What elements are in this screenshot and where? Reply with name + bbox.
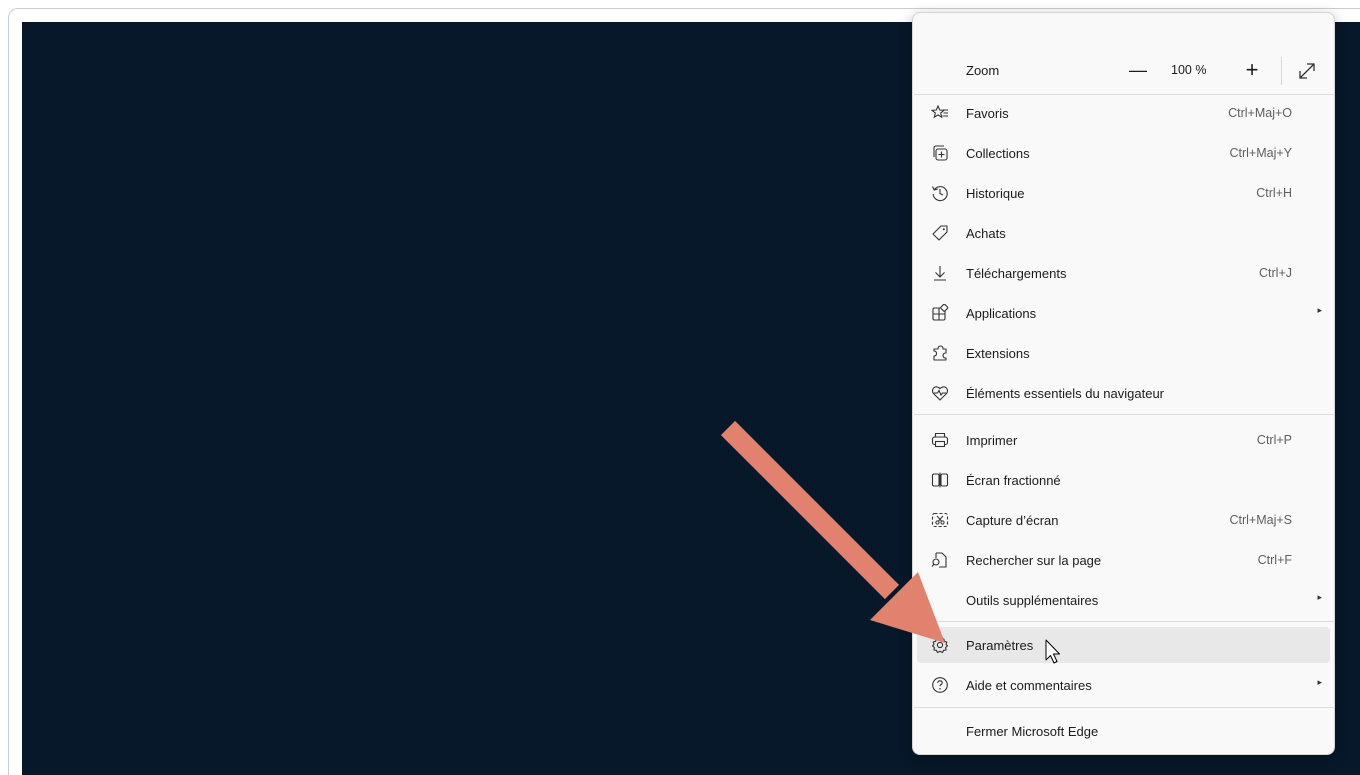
menu-item-label: Outils supplémentaires — [966, 593, 1099, 608]
menu-item-browser-essentials[interactable]: Éléments essentiels du navigateur — [917, 375, 1330, 411]
menu-item-label: Écran fractionné — [966, 473, 1061, 488]
menu-item-more-tools[interactable]: Outils supplémentaires ▸ — [917, 582, 1330, 618]
menu-item-apps[interactable]: Applications ▸ — [917, 295, 1330, 331]
puzzle-icon — [931, 344, 949, 362]
zoom-in-button[interactable]: + — [1237, 55, 1267, 85]
menu-item-label: Favoris — [966, 106, 1009, 121]
menu-item-label: Achats — [966, 226, 1006, 241]
zoom-out-button[interactable]: — — [1123, 55, 1153, 85]
submenu-arrow-icon: ▸ — [1317, 677, 1322, 687]
menu-item-settings[interactable]: Paramètres — [917, 627, 1330, 663]
menu-divider — [914, 414, 1335, 415]
find-icon — [931, 551, 949, 569]
heart-pulse-icon — [931, 384, 949, 402]
zoom-row: Zoom — 100 % + — [913, 49, 1334, 93]
menu-item-screenshot[interactable]: Capture d’écran Ctrl+Maj+S — [917, 502, 1330, 538]
history-icon — [931, 184, 949, 202]
menu-item-print[interactable]: Imprimer Ctrl+P — [917, 422, 1330, 458]
printer-icon — [931, 431, 949, 449]
menu-item-label: Applications — [966, 306, 1037, 321]
menu-item-shopping[interactable]: Achats — [917, 215, 1330, 251]
menu-item-label: Capture d’écran — [966, 513, 1059, 528]
screenshot-icon — [931, 511, 949, 529]
menu-item-help-feedback[interactable]: Aide et commentaires ▸ — [917, 667, 1330, 703]
menu-item-shortcut: Ctrl+J — [1259, 266, 1292, 280]
favorites-icon — [931, 104, 949, 122]
menu-item-label: Fermer Microsoft Edge — [966, 724, 1099, 739]
menu-item-history[interactable]: Historique Ctrl+H — [917, 175, 1330, 211]
menu-item-label: Aide et commentaires — [966, 678, 1092, 693]
menu-item-collections[interactable]: Collections Ctrl+Maj+Y — [917, 135, 1330, 171]
zoom-level: 100 % — [1171, 63, 1207, 77]
collections-icon — [931, 144, 949, 162]
download-icon — [931, 264, 949, 282]
menu-divider — [914, 621, 1335, 622]
menu-item-find-on-page[interactable]: Rechercher sur la page Ctrl+F — [917, 542, 1330, 578]
menu-item-extensions[interactable]: Extensions — [917, 335, 1330, 371]
menu-item-split-screen[interactable]: Écran fractionné — [917, 462, 1330, 498]
menu-item-label: Extensions — [966, 346, 1030, 361]
split-screen-icon — [931, 471, 949, 489]
menu-item-downloads[interactable]: Téléchargements Ctrl+J — [917, 255, 1330, 291]
menu-item-label: Collections — [966, 146, 1030, 161]
menu-item-shortcut: Ctrl+P — [1256, 433, 1292, 447]
menu-item-label: Paramètres — [966, 638, 1034, 653]
menu-item-label: Téléchargements — [966, 266, 1067, 281]
gear-icon — [931, 636, 949, 654]
menu-item-close-edge[interactable]: Fermer Microsoft Edge — [917, 713, 1330, 749]
browser-settings-menu: Zoom — 100 % + Favoris Ctrl+Maj+O Collec… — [912, 12, 1335, 755]
submenu-arrow-icon: ▸ — [1317, 592, 1322, 602]
menu-item-shortcut: Ctrl+Maj+Y — [1229, 146, 1292, 160]
help-icon — [931, 676, 949, 694]
menu-item-shortcut: Ctrl+Maj+S — [1229, 513, 1292, 527]
apps-icon — [931, 304, 949, 322]
menu-item-shortcut: Ctrl+H — [1256, 186, 1292, 200]
tag-icon — [931, 224, 949, 242]
menu-item-shortcut: Ctrl+Maj+O — [1228, 106, 1292, 120]
menu-item-label: Historique — [966, 186, 1025, 201]
menu-item-label: Éléments essentiels du navigateur — [966, 386, 1165, 401]
zoom-label: Zoom — [966, 63, 1000, 78]
submenu-arrow-icon: ▸ — [1317, 305, 1322, 315]
fullscreen-icon — [1299, 63, 1315, 79]
menu-item-shortcut: Ctrl+F — [1257, 553, 1292, 567]
fullscreen-button[interactable] — [1291, 57, 1323, 85]
menu-item-favorites[interactable]: Favoris Ctrl+Maj+O — [917, 95, 1330, 131]
zoom-separator — [1281, 57, 1282, 85]
menu-item-label: Imprimer — [966, 433, 1018, 448]
menu-divider — [914, 707, 1335, 708]
menu-item-label: Rechercher sur la page — [966, 553, 1102, 568]
